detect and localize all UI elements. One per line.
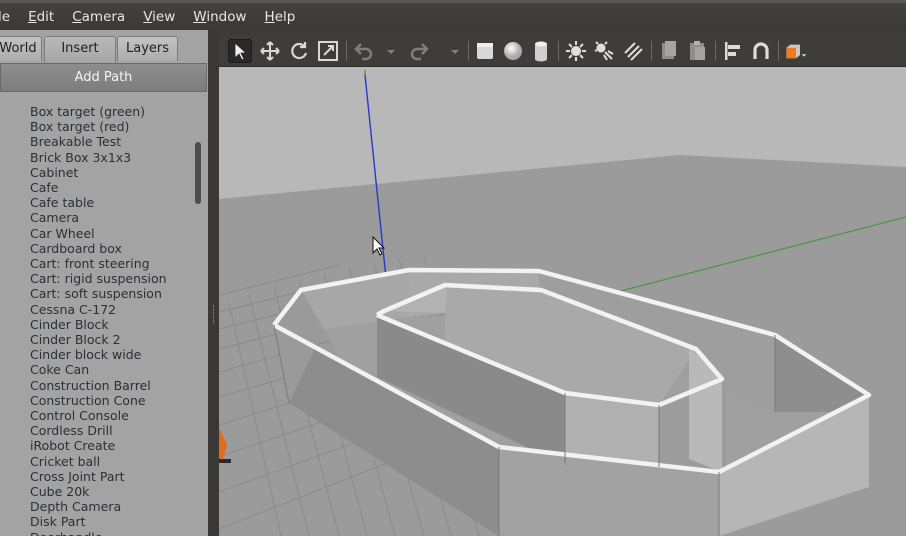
- box-shape-icon[interactable]: [473, 39, 497, 63]
- toolbar: [219, 35, 906, 67]
- toolbar-separator: [346, 41, 347, 61]
- model-list-item[interactable]: Coke Can: [30, 362, 89, 377]
- directional-light-icon[interactable]: [621, 39, 645, 63]
- translate-icon[interactable]: [258, 39, 282, 63]
- menu-edit-rest: dit: [36, 8, 55, 25]
- model-list-item[interactable]: Cessna C-172: [30, 302, 116, 317]
- paste-icon[interactable]: [685, 39, 709, 63]
- view-angle-icon[interactable]: [784, 39, 814, 63]
- rotate-icon[interactable]: [287, 39, 311, 63]
- model-list-item[interactable]: Construction Cone: [30, 393, 146, 408]
- undo-icon[interactable]: [351, 39, 375, 63]
- model-list-item[interactable]: Cart: rigid suspension: [30, 271, 167, 286]
- sphere-shape-icon[interactable]: [501, 39, 525, 63]
- model-list-item[interactable]: Cafe table: [30, 195, 94, 210]
- model-list-item[interactable]: Cricket ball: [30, 454, 100, 469]
- model-list-item[interactable]: Cube 20k: [30, 484, 89, 499]
- snap-icon[interactable]: [749, 39, 773, 63]
- model-list-item[interactable]: Cabinet: [30, 165, 78, 180]
- menu-help[interactable]: Help: [256, 9, 305, 25]
- model-list-item[interactable]: Camera: [30, 210, 79, 225]
- undo-history-icon[interactable]: [379, 39, 395, 63]
- model-list-item[interactable]: Depth Camera: [30, 499, 121, 514]
- add-path-button[interactable]: Add Path: [0, 63, 207, 92]
- model-list-item[interactable]: Construction Barrel: [30, 378, 151, 393]
- model-list-item[interactable]: Cafe: [30, 180, 58, 195]
- menu-edit-mnemonic: E: [28, 8, 37, 25]
- copy-icon[interactable]: [656, 39, 680, 63]
- menu-view-rest: iew: [152, 8, 176, 25]
- model-list-item[interactable]: Cinder Block 2: [30, 332, 121, 347]
- menu-help-rest: elp: [274, 8, 296, 25]
- menu-help-mnemonic: H: [264, 8, 275, 25]
- model-list-item[interactable]: Brick Box 3x1x3: [30, 150, 131, 165]
- menu-view-mnemonic: V: [143, 8, 153, 25]
- model-list-item[interactable]: Cross Joint Part: [30, 469, 125, 484]
- menu-file[interactable]: le: [0, 9, 19, 25]
- model-list[interactable]: Box target (green) Box target (red) Breaka…: [0, 96, 200, 536]
- model-list-item[interactable]: Cordless Drill: [30, 423, 113, 438]
- spot-light-icon[interactable]: [592, 39, 616, 63]
- menu-file-label: le: [0, 8, 11, 25]
- point-light-icon[interactable]: [564, 39, 588, 63]
- model-list-item[interactable]: Cinder Block: [30, 317, 109, 332]
- menu-camera[interactable]: Camera: [63, 9, 134, 25]
- splitter-grip[interactable]: [213, 305, 216, 323]
- cylinder-shape-icon[interactable]: [529, 39, 553, 63]
- model-list-scrollbar[interactable]: [195, 142, 201, 204]
- model-list-item[interactable]: iRobot Create: [30, 438, 115, 453]
- menu-window-mnemonic: W: [193, 8, 207, 25]
- model-list-item[interactable]: Car Wheel: [30, 226, 95, 241]
- menu-view[interactable]: View: [134, 9, 184, 25]
- toolbar-separator: [778, 41, 779, 61]
- select-arrow-icon[interactable]: [228, 39, 252, 63]
- model-list-item[interactable]: Disk Part: [30, 514, 86, 529]
- panel-splitter[interactable]: [208, 30, 219, 536]
- toolbar-separator: [558, 41, 559, 61]
- align-icon[interactable]: [721, 39, 745, 63]
- model-list-item[interactable]: Box target (red): [30, 119, 129, 134]
- model-list-item[interactable]: Cart: front steering: [30, 256, 150, 271]
- tab-layers[interactable]: Layers: [117, 36, 178, 61]
- redo-icon[interactable]: [408, 39, 432, 63]
- menu-edit[interactable]: Edit: [19, 9, 63, 25]
- model-list-item[interactable]: Cinder block wide: [30, 347, 141, 362]
- model-list-item[interactable]: Control Console: [30, 408, 129, 423]
- model-list-item[interactable]: Cardboard box: [30, 241, 122, 256]
- menu-window[interactable]: Window: [184, 9, 255, 25]
- redo-history-icon[interactable]: [443, 39, 459, 63]
- tab-world[interactable]: World: [0, 36, 42, 61]
- 3d-viewport[interactable]: [219, 67, 906, 536]
- menu-window-rest: indow: [206, 8, 247, 25]
- model-list-item[interactable]: Box target (green): [30, 104, 145, 119]
- left-panel: World Insert Layers Add Path Box target …: [0, 30, 210, 536]
- toolbar-separator: [651, 41, 652, 61]
- panel-tabs: World Insert Layers: [0, 36, 210, 64]
- tab-insert[interactable]: Insert: [44, 36, 116, 63]
- toolbar-separator: [715, 41, 716, 61]
- model-list-item[interactable]: Breakable Test: [30, 134, 121, 149]
- model-list-item[interactable]: Cart: soft suspension: [30, 286, 162, 301]
- scale-icon[interactable]: [316, 39, 340, 63]
- menu-camera-mnemonic: C: [72, 8, 82, 25]
- model-list-item[interactable]: Doorhandle: [30, 530, 102, 536]
- menu-camera-rest: amera: [81, 8, 126, 25]
- toolbar-separator: [468, 41, 469, 61]
- menu-bar: le Edit Camera View Window Help: [0, 0, 906, 30]
